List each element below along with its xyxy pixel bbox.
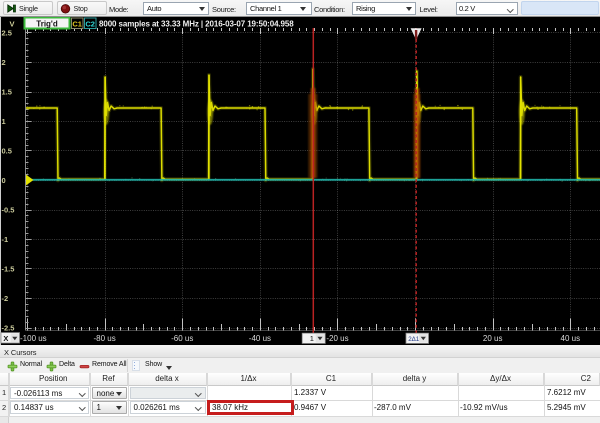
svg-text:0: 0 (2, 176, 6, 185)
svg-text:1.5: 1.5 (2, 88, 12, 97)
svg-text:X: X (3, 334, 8, 343)
svg-text:-60 us: -60 us (171, 334, 193, 343)
svg-text:-40 us: -40 us (249, 334, 271, 343)
svg-text:1: 1 (310, 334, 314, 343)
svg-text:0.5: 0.5 (2, 147, 12, 156)
svg-text:2.5: 2.5 (2, 29, 12, 38)
svg-text:40 us: 40 us (561, 334, 581, 343)
svg-text:-80 us: -80 us (93, 334, 115, 343)
svg-text:8000 samples at 33.33 MHz | 20: 8000 samples at 33.33 MHz | 2016-03-07 1… (99, 19, 294, 28)
svg-text:-1: -1 (2, 235, 9, 244)
svg-text:2Δ1: 2Δ1 (408, 336, 420, 343)
svg-text:-100 us: -100 us (20, 334, 47, 343)
svg-text:-0.5: -0.5 (2, 206, 15, 215)
svg-text:-20 us: -20 us (326, 334, 348, 343)
svg-text:2: 2 (2, 58, 6, 67)
svg-text:Trig'd: Trig'd (36, 19, 58, 28)
svg-text:-1.5: -1.5 (2, 265, 15, 274)
svg-text:20 us: 20 us (483, 334, 503, 343)
svg-text:-2: -2 (2, 294, 9, 303)
svg-text:C2: C2 (85, 19, 95, 28)
svg-text:C1: C1 (72, 19, 82, 28)
svg-text:-2.5: -2.5 (2, 324, 15, 333)
svg-text:1: 1 (2, 117, 6, 126)
svg-text:V: V (10, 20, 15, 29)
